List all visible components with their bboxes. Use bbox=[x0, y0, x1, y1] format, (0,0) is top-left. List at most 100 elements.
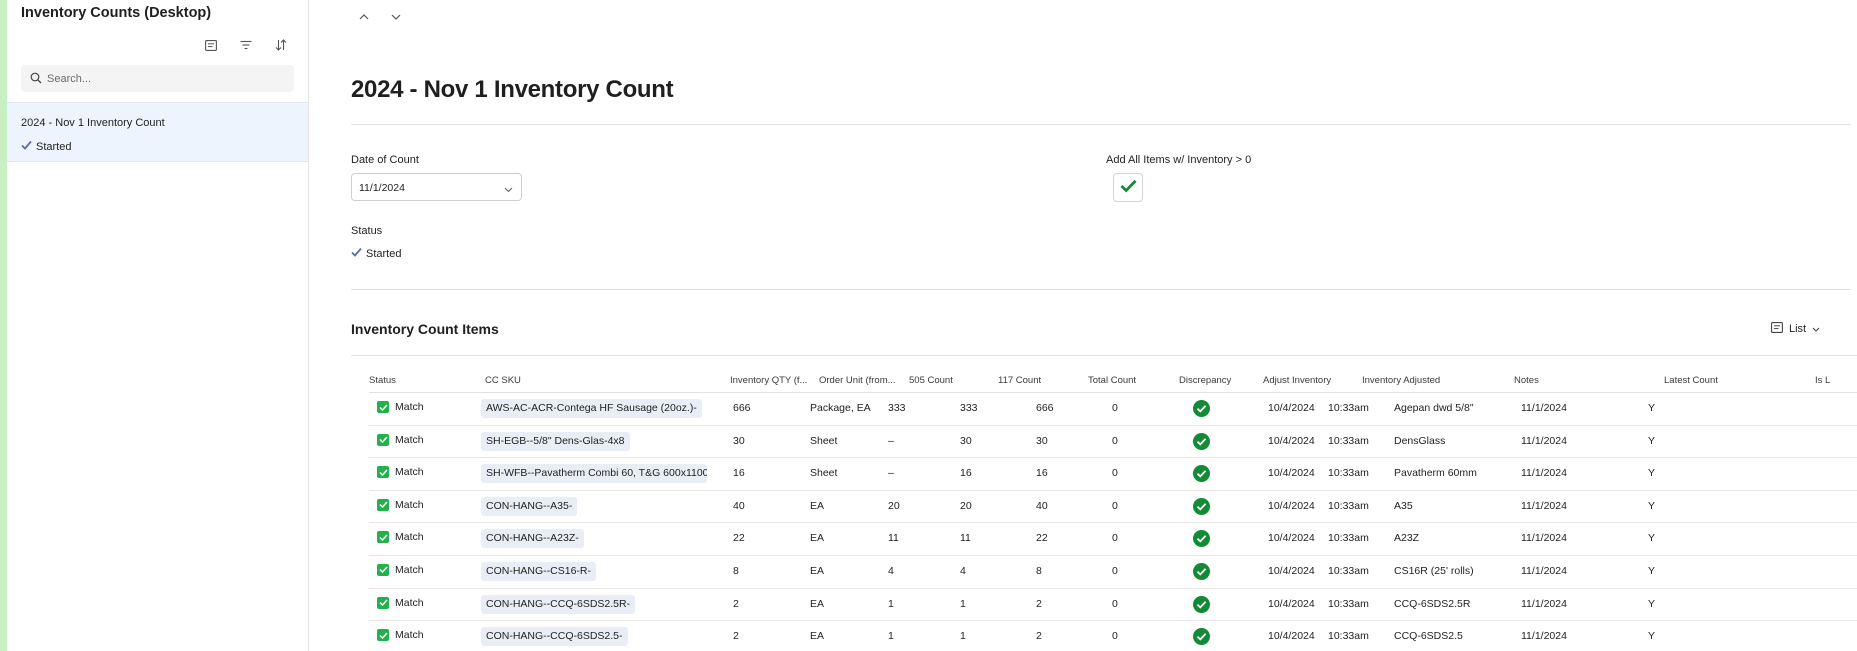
row-sku[interactable]: CON-HANG--CCQ-6SDS2.5- bbox=[481, 627, 628, 647]
row-505-count: – bbox=[888, 434, 894, 447]
row-unit: EA bbox=[810, 630, 825, 643]
table-row[interactable]: Match CON-HANG--A23Z- 22 EA 11 11 22 0 1… bbox=[369, 523, 1857, 556]
search-icon bbox=[30, 72, 42, 87]
row-117-count: 11 bbox=[960, 532, 971, 545]
row-latest-count: 11/1/2024 bbox=[1521, 499, 1567, 512]
column-header-505-count[interactable]: 505 Count bbox=[909, 375, 953, 386]
chevron-up-icon[interactable] bbox=[357, 10, 371, 24]
table-row[interactable]: Match CON-HANG--CCQ-6SDS2.5- 2 EA 1 1 2 … bbox=[369, 621, 1857, 651]
row-latest-count: 11/1/2024 bbox=[1521, 434, 1567, 447]
row-qty: 666 bbox=[733, 402, 751, 414]
table-row[interactable]: Match CON-HANG--A35- 40 EA 20 20 40 0 10… bbox=[369, 491, 1857, 524]
row-is-latest: Y bbox=[1648, 564, 1656, 577]
table-row[interactable]: Match AWS-AC-ACR-Contega HF Sausage (20o… bbox=[369, 393, 1857, 426]
column-header-order-unit[interactable]: Order Unit (from... bbox=[819, 375, 899, 386]
row-adjusted-date: 10/4/2024 bbox=[1268, 467, 1315, 480]
row-505-count: 4 bbox=[888, 564, 894, 577]
checkbox-checked-icon[interactable] bbox=[377, 498, 389, 511]
column-header-latest-count[interactable]: Latest Count bbox=[1664, 375, 1718, 386]
table-row[interactable]: Match SH-WFB--Pavatherm Combi 60, T&G 60… bbox=[369, 458, 1857, 491]
chevron-down-icon[interactable] bbox=[389, 10, 403, 24]
column-header-is[interactable]: Is L bbox=[1815, 375, 1855, 386]
column-header-inventory-adjusted[interactable]: Inventory Adjusted bbox=[1362, 375, 1440, 386]
column-header-discrepancy[interactable]: Discrepancy bbox=[1179, 375, 1231, 386]
row-notes: CCQ-6SDS2.5R bbox=[1394, 597, 1471, 610]
filter-icon[interactable] bbox=[237, 36, 255, 54]
row-sku[interactable]: CON-HANG--A23Z- bbox=[481, 529, 584, 549]
record-navigation bbox=[357, 10, 403, 24]
divider bbox=[351, 355, 1857, 356]
checkbox-checked-icon[interactable] bbox=[377, 531, 389, 544]
row-latest-count: 11/1/2024 bbox=[1521, 630, 1567, 643]
checkbox-checked-icon[interactable] bbox=[377, 433, 389, 446]
table-row[interactable]: Match CON-HANG--CS16-R- 8 EA 4 4 8 0 10/… bbox=[369, 556, 1857, 589]
date-of-count-field[interactable]: 11/1/2024 bbox=[351, 173, 522, 201]
column-header-cc-sku[interactable]: CC SKU bbox=[485, 375, 521, 386]
row-qty: 22 bbox=[733, 532, 745, 545]
row-adjusted-time: 10:33am bbox=[1328, 630, 1369, 643]
list-view-icon bbox=[1771, 322, 1783, 336]
row-505-count: 1 bbox=[888, 630, 894, 643]
row-unit: Package, EA bbox=[810, 402, 871, 414]
sidebar-search[interactable] bbox=[21, 65, 294, 92]
row-adjusted-time: 10:33am bbox=[1328, 499, 1369, 512]
row-117-count: 333 bbox=[960, 402, 978, 414]
adjust-check-icon bbox=[1193, 530, 1210, 548]
row-505-count: 333 bbox=[888, 402, 906, 414]
row-status: Match bbox=[377, 629, 424, 642]
row-discrepancy: 0 bbox=[1112, 402, 1118, 414]
row-adjusted-date: 10/4/2024 bbox=[1268, 499, 1315, 512]
row-505-count: 1 bbox=[888, 597, 894, 610]
checkbox-checked-icon[interactable] bbox=[377, 466, 389, 479]
row-sku[interactable]: SH-WFB--Pavatherm Combi 60, T&G 600x1100 bbox=[481, 464, 707, 484]
row-total-count: 22 bbox=[1036, 532, 1048, 545]
row-notes: Pavatherm 60mm bbox=[1394, 467, 1477, 480]
column-header-inventory-qty[interactable]: Inventory QTY (f... bbox=[730, 375, 808, 386]
row-sku[interactable]: CON-HANG--A35- bbox=[481, 496, 578, 516]
card-view-icon[interactable] bbox=[202, 36, 220, 54]
row-unit: EA bbox=[810, 564, 825, 577]
adjust-check-icon bbox=[1193, 628, 1210, 646]
row-adjusted-date: 10/4/2024 bbox=[1268, 630, 1315, 643]
status-value: Started bbox=[351, 247, 401, 260]
checkbox-checked-icon[interactable] bbox=[377, 563, 389, 576]
row-adjusted-date: 10/4/2024 bbox=[1268, 564, 1315, 577]
row-notes: DensGlass bbox=[1394, 434, 1446, 447]
sort-icon[interactable] bbox=[272, 36, 290, 54]
checkbox-checked-icon[interactable] bbox=[377, 596, 389, 609]
column-header-status[interactable]: Status bbox=[369, 375, 396, 386]
row-is-latest: Y bbox=[1648, 467, 1656, 480]
row-status: Match bbox=[377, 596, 424, 609]
column-header-117-count[interactable]: 117 Count bbox=[998, 375, 1041, 386]
row-status-label: Match bbox=[395, 498, 424, 511]
sidebar-title: Inventory Counts (Desktop) bbox=[21, 5, 212, 21]
checkbox-checked-icon[interactable] bbox=[377, 401, 389, 413]
row-adjusted-time: 10:33am bbox=[1328, 467, 1369, 480]
row-sku[interactable]: SH-EGB--5/8" Dens-Glas-4x8 bbox=[481, 431, 630, 451]
row-qty: 2 bbox=[733, 630, 739, 643]
app-accent-strip bbox=[0, 0, 7, 651]
view-switcher[interactable]: List bbox=[1771, 322, 1820, 336]
chevron-down-icon bbox=[504, 182, 513, 196]
add-all-items-checkbox[interactable] bbox=[1113, 173, 1143, 202]
row-total-count: 2 bbox=[1036, 630, 1042, 643]
column-header-total-count[interactable]: Total Count bbox=[1088, 375, 1136, 386]
sidebar-record-item[interactable]: 2024 - Nov 1 Inventory Count Started bbox=[7, 102, 308, 162]
row-117-count: 30 bbox=[960, 434, 972, 447]
row-status: Match bbox=[377, 466, 424, 479]
record-detail: 2024 - Nov 1 Inventory Count Date of Cou… bbox=[309, 0, 1857, 651]
row-sku[interactable]: CON-HANG--CCQ-6SDS2.5R- bbox=[481, 594, 636, 614]
column-header-adjust-inventory[interactable]: Adjust Inventory bbox=[1263, 375, 1331, 386]
table-row[interactable]: Match SH-EGB--5/8" Dens-Glas-4x8 30 Shee… bbox=[369, 426, 1857, 459]
checkbox-checked-icon[interactable] bbox=[377, 629, 389, 642]
search-input[interactable] bbox=[47, 70, 287, 87]
row-latest-count: 11/1/2024 bbox=[1521, 532, 1567, 545]
row-status-label: Match bbox=[395, 401, 424, 413]
row-sku[interactable]: CON-HANG--CS16-R- bbox=[481, 561, 596, 581]
row-notes: CCQ-6SDS2.5 bbox=[1394, 630, 1463, 643]
table-row[interactable]: Match CON-HANG--CCQ-6SDS2.5R- 2 EA 1 1 2… bbox=[369, 589, 1857, 622]
column-header-notes[interactable]: Notes bbox=[1514, 375, 1539, 386]
row-sku[interactable]: AWS-AC-ACR-Contega HF Sausage (20oz.)- bbox=[481, 399, 702, 418]
row-is-latest: Y bbox=[1648, 434, 1656, 447]
row-latest-count: 11/1/2024 bbox=[1521, 402, 1567, 414]
